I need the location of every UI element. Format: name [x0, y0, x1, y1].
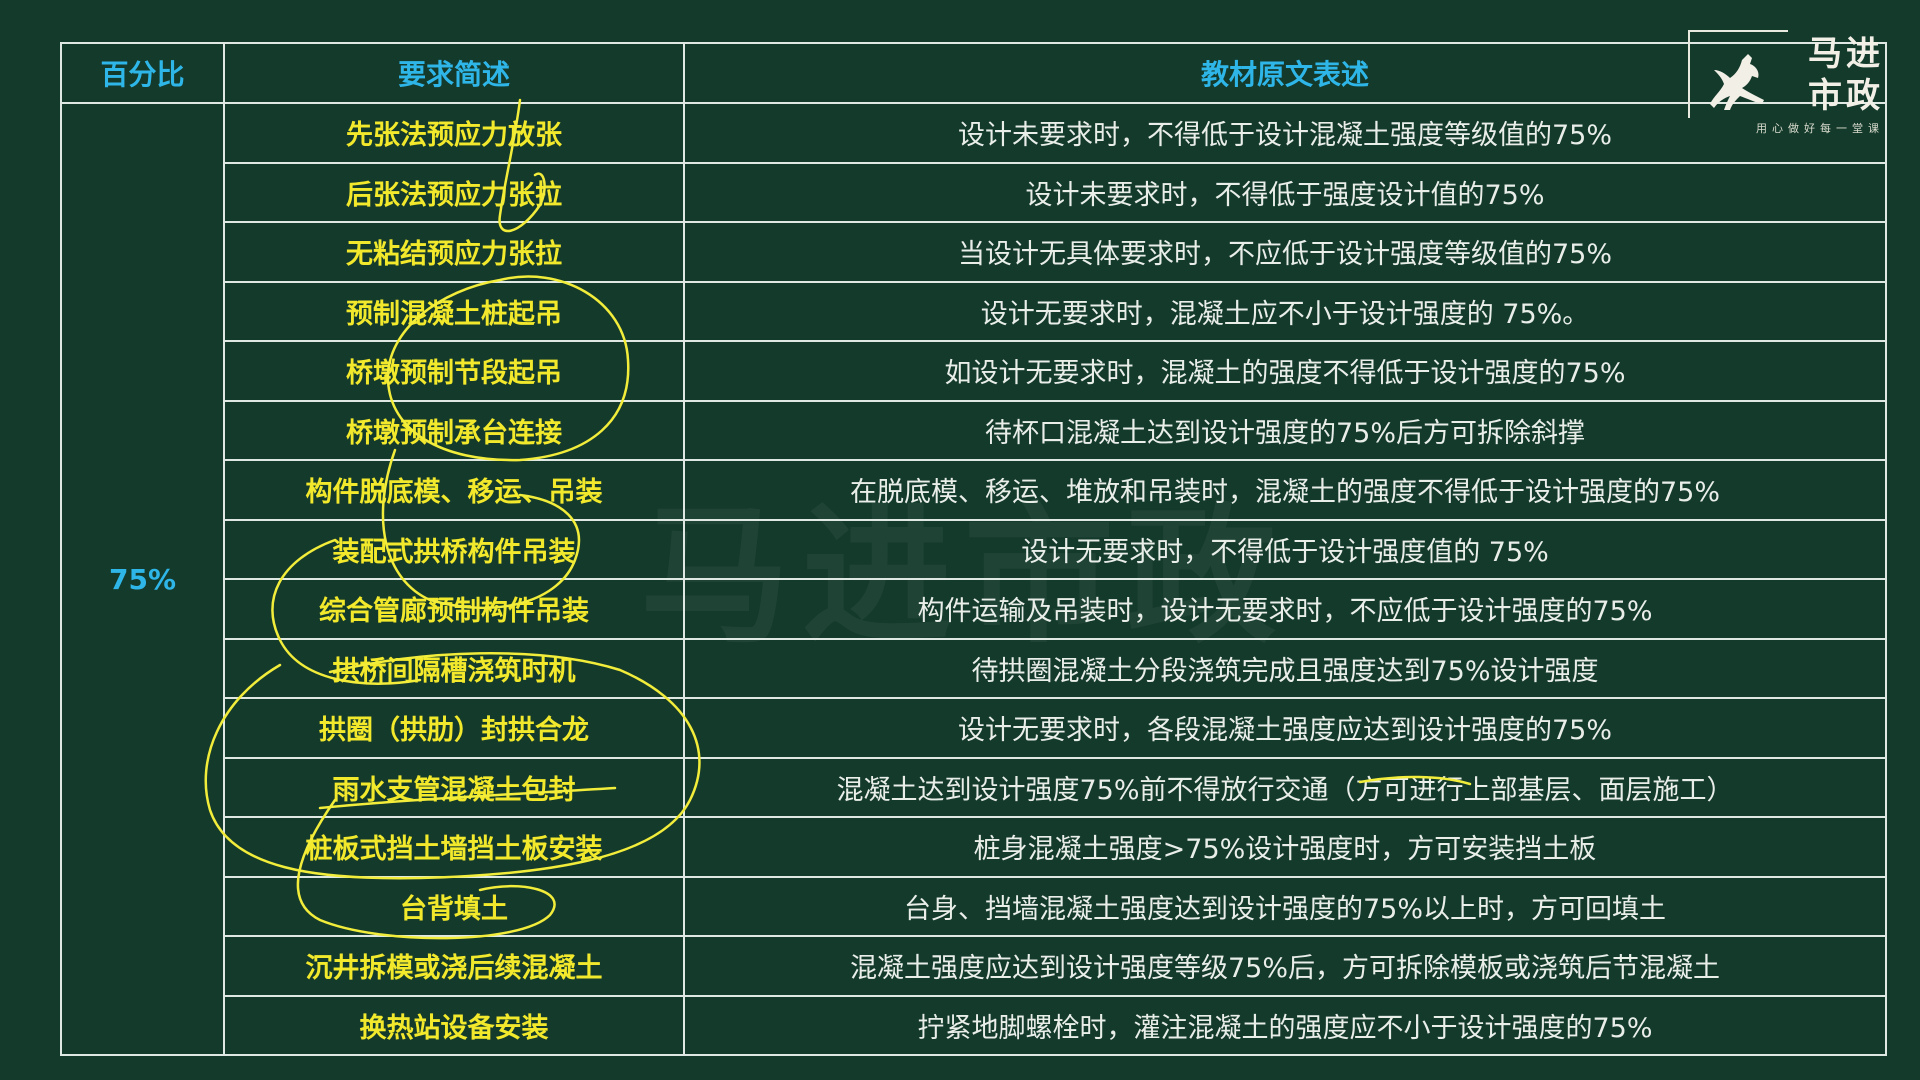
- table-row: 75% 先张法预应力放张 设计未要求时，不得低于设计混凝土强度等级值的75%: [60, 102, 1887, 1056]
- original-text-cell: 构件运输及吊装时，设计无要求时，不应低于设计强度的75%: [683, 578, 1887, 640]
- table-row: 沉井拆模或浇后续混凝土 混凝土强度应达到设计强度等级75%后，方可拆除模板或浇筑后…: [61, 935, 1887, 997]
- table-row: 台背填土 台身、挡墙混凝土强度达到设计强度的75%以上时，方可回填土: [61, 875, 1887, 937]
- table-row: 拱桥间隔槽浇筑时机 待拱圈混凝土分段浇筑完成且强度达到75%设计强度: [61, 637, 1887, 699]
- requirement-cell: 桥墩预制承台连接: [223, 399, 685, 461]
- logo-line2: 市政: [1808, 76, 1884, 116]
- requirement-cell: 桩板式挡土墙挡土板安装: [223, 816, 685, 878]
- requirement-cell: 先张法预应力放张: [223, 102, 685, 164]
- table-row: 综合管廊预制构件吊装 构件运输及吊装时，设计无要求时，不应低于设计强度的75%: [61, 578, 1887, 640]
- brand-logo: 马进 市政 用心做好每一堂课: [1688, 26, 1884, 138]
- original-text-cell: 设计无要求时，各段混凝土强度应达到设计强度的75%: [683, 697, 1887, 759]
- requirement-cell: 台背填土: [223, 875, 685, 937]
- requirement-cell: 后张法预应力张拉: [223, 161, 685, 223]
- requirement-cell: 换热站设备安装: [223, 994, 685, 1056]
- requirement-cell: 预制混凝土桩起吊: [223, 280, 685, 342]
- original-text-cell: 设计无要求时，不得低于设计强度值的 75%: [683, 518, 1887, 580]
- table-row: 预制混凝土桩起吊 设计无要求时，混凝土应不小于设计强度的 75%。: [61, 280, 1887, 342]
- header-percent: 百分比: [60, 42, 225, 104]
- original-text-cell: 台身、挡墙混凝土强度达到设计强度的75%以上时，方可回填土: [683, 875, 1887, 937]
- logo-slogan: 用心做好每一堂课: [1756, 122, 1884, 135]
- requirements-table: 百分比 要求简述 教材原文表述 75% 先张法预应力放张 设计未要求时，不得低于设计…: [60, 42, 1887, 1056]
- original-text-cell: 设计未要求时，不得低于强度设计值的75%: [683, 161, 1887, 223]
- table-header-row: 百分比 要求简述 教材原文表述: [60, 42, 1887, 104]
- requirement-cell: 无粘结预应力张拉: [223, 221, 685, 283]
- original-text-cell: 桩身混凝土强度>75%设计强度时，方可安装挡土板: [683, 816, 1887, 878]
- percent-cell: 75%: [60, 102, 225, 1056]
- table-body: 75% 先张法预应力放张 设计未要求时，不得低于设计混凝土强度等级值的75% 后张法预…: [60, 102, 1887, 1056]
- table-row: 桥墩预制承台连接 待杯口混凝土达到设计强度的75%后方可拆除斜撑: [61, 399, 1887, 461]
- original-text-cell: 拧紧地脚螺栓时，灌注混凝土的强度应不小于设计强度的75%: [683, 994, 1887, 1056]
- original-text-cell: 混凝土达到设计强度75%前不得放行交通（方可进行上部基层、面层施工）: [683, 756, 1887, 818]
- table-row: 后张法预应力张拉 设计未要求时，不得低于强度设计值的75%: [61, 161, 1887, 223]
- table-row: 桥墩预制节段起吊 如设计无要求时，混凝土的强度不得低于设计强度的75%: [61, 340, 1887, 402]
- original-text-cell: 待杯口混凝土达到设计强度的75%后方可拆除斜撑: [683, 399, 1887, 461]
- horse-icon: [1710, 54, 1764, 110]
- lecture-slide: 马进市政 百分比 要求简述 教材原文表述 75% 先张法预应力放张 设计未要求时，不…: [0, 0, 1920, 1080]
- original-text-cell: 设计无要求时，混凝土应不小于设计强度的 75%。: [683, 280, 1887, 342]
- table-row: 拱圈（拱肋）封拱合龙 设计无要求时，各段混凝土强度应达到设计强度的75%: [61, 697, 1887, 759]
- table-row: 装配式拱桥构件吊装 设计无要求时，不得低于设计强度值的 75%: [61, 518, 1887, 580]
- original-text-cell: 待拱圈混凝土分段浇筑完成且强度达到75%设计强度: [683, 637, 1887, 699]
- requirement-cell: 拱桥间隔槽浇筑时机: [223, 637, 685, 699]
- table-row: 雨水支管混凝土包封 混凝土达到设计强度75%前不得放行交通（方可进行上部基层、面层…: [61, 756, 1887, 818]
- requirement-cell: 沉井拆模或浇后续混凝土: [223, 935, 685, 997]
- requirement-cell: 构件脱底模、移运、吊装: [223, 459, 685, 521]
- original-text-cell: 混凝土强度应达到设计强度等级75%后，方可拆除模板或浇筑后节混凝土: [683, 935, 1887, 997]
- requirement-cell: 桥墩预制节段起吊: [223, 340, 685, 402]
- table-row: 构件脱底模、移运、吊装 在脱底模、移运、堆放和吊装时，混凝土的强度不得低于设计强度…: [61, 459, 1887, 521]
- requirement-cell: 拱圈（拱肋）封拱合龙: [223, 697, 685, 759]
- requirement-cell: 装配式拱桥构件吊装: [223, 518, 685, 580]
- requirement-cell: 雨水支管混凝土包封: [223, 756, 685, 818]
- table-row: 换热站设备安装 拧紧地脚螺栓时，灌注混凝土的强度应不小于设计强度的75%: [61, 994, 1887, 1056]
- header-requirement: 要求简述: [223, 42, 685, 104]
- original-text-cell: 当设计无具体要求时，不应低于设计强度等级值的75%: [683, 221, 1887, 283]
- requirement-cell: 综合管廊预制构件吊装: [223, 578, 685, 640]
- table-row: 无粘结预应力张拉 当设计无具体要求时，不应低于设计强度等级值的75%: [61, 221, 1887, 283]
- original-text-cell: 如设计无要求时，混凝土的强度不得低于设计强度的75%: [683, 340, 1887, 402]
- original-text-cell: 在脱底模、移运、堆放和吊装时，混凝土的强度不得低于设计强度的75%: [683, 459, 1887, 521]
- table-row: 桩板式挡土墙挡土板安装 桩身混凝土强度>75%设计强度时，方可安装挡土板: [61, 816, 1887, 878]
